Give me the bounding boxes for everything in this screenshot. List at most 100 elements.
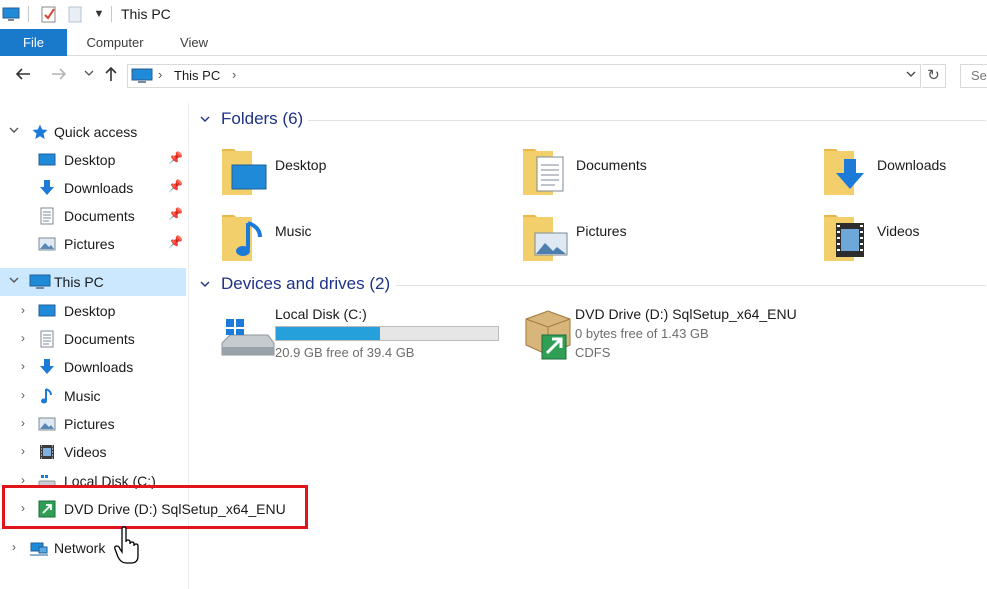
folder-label: Downloads <box>877 157 947 173</box>
tab-file[interactable]: File <box>0 29 67 56</box>
documents-folder-icon <box>523 149 564 195</box>
folder-documents[interactable]: Documents <box>521 143 811 203</box>
sidebar-item-label: Desktop <box>64 303 116 319</box>
folders-group-header[interactable]: Folders (6) <box>196 109 986 131</box>
sidebar-item-label: Downloads <box>64 180 134 196</box>
group-title: Folders (6) <box>221 109 304 128</box>
sidebar-item-quick-access[interactable]: Quick access <box>0 118 186 146</box>
sidebar-item-desktop[interactable]: › Desktop <box>0 297 186 325</box>
chevron-down-icon <box>84 70 94 76</box>
documents-icon <box>40 330 54 348</box>
sidebar-item-videos[interactable]: › Videos <box>0 438 186 466</box>
drive-free-space: 20.9 GB free of 39.4 GB <box>275 345 415 360</box>
folder-music[interactable]: Music <box>220 209 510 269</box>
chevron-right-icon: › <box>158 67 163 82</box>
forward-arrow-icon <box>52 68 67 80</box>
up-button[interactable] <box>100 65 122 87</box>
group-divider <box>396 285 986 286</box>
pictures-folder-icon <box>523 215 568 261</box>
sidebar-item-downloads[interactable]: › Downloads <box>0 353 186 381</box>
sidebar-item-label: Desktop <box>64 152 116 168</box>
navigation-bar: › This PC › ↻ Search This PC <box>0 57 987 95</box>
devices-group-header[interactable]: Devices and drives (2) <box>196 274 986 296</box>
sidebar-item-label: Pictures <box>64 236 115 252</box>
sidebar-item-pictures[interactable]: › Pictures <box>0 410 186 438</box>
address-bar[interactable]: › This PC › <box>127 64 921 88</box>
title-separator <box>111 6 112 22</box>
sidebar-item-qa-pictures[interactable]: Pictures 📌 <box>0 230 186 258</box>
desktop-icon <box>38 153 56 166</box>
folder-videos[interactable]: Videos <box>822 209 987 269</box>
downloads-folder-icon <box>824 149 864 195</box>
sidebar-item-this-pc[interactable]: This PC <box>0 268 186 296</box>
sidebar-item-network[interactable]: › Network <box>0 534 186 562</box>
pin-icon: 📌 <box>168 151 183 165</box>
sidebar-item-qa-desktop[interactable]: Desktop 📌 <box>0 146 186 174</box>
chevron-right-icon[interactable]: › <box>17 359 29 373</box>
folder-label: Videos <box>877 223 920 239</box>
breadcrumb-this-pc[interactable]: This PC <box>174 68 220 83</box>
window-title: This PC <box>121 6 171 22</box>
dvd-drive-icon <box>525 310 571 360</box>
drive-label: DVD Drive (D:) SqlSetup_x64_ENU <box>575 306 797 322</box>
chevron-right-icon[interactable]: › <box>232 67 236 82</box>
pictures-icon <box>38 237 56 251</box>
back-button[interactable] <box>12 65 34 87</box>
pin-icon: 📌 <box>168 179 183 193</box>
recent-locations-button[interactable] <box>78 65 100 87</box>
content-pane: Folders (6) Desktop Documents Downloads … <box>190 103 987 589</box>
sidebar-item-label: Quick access <box>54 124 138 140</box>
downloads-icon <box>40 180 54 195</box>
new-folder-icon[interactable] <box>66 5 84 23</box>
sidebar-item-label: Downloads <box>64 359 134 375</box>
videos-folder-icon <box>824 215 864 261</box>
qat-separator <box>28 6 29 22</box>
network-icon <box>30 542 48 556</box>
title-bar: ▼ This PC <box>0 0 987 29</box>
address-dropdown-icon[interactable] <box>906 68 916 82</box>
sidebar-item-label: Network <box>54 540 106 556</box>
chevron-right-icon[interactable]: › <box>17 416 29 430</box>
folder-label: Pictures <box>576 223 627 239</box>
chevron-right-icon[interactable]: › <box>17 303 29 317</box>
tab-view[interactable]: View <box>166 29 222 56</box>
tab-computer[interactable]: Computer <box>72 29 158 56</box>
folder-pictures[interactable]: Pictures <box>521 209 811 269</box>
sidebar-item-music[interactable]: › Music <box>0 382 186 410</box>
group-title: Devices and drives (2) <box>221 274 391 293</box>
desktop-folder-icon <box>222 149 267 195</box>
chevron-right-icon[interactable]: › <box>17 388 29 402</box>
chevron-down-icon[interactable] <box>8 124 20 139</box>
folder-label: Documents <box>576 157 647 173</box>
refresh-icon: ↻ <box>927 67 940 84</box>
drive-dvd-d[interactable]: DVD Drive (D:) SqlSetup_x64_ENU 0 bytes … <box>520 305 820 367</box>
sidebar-item-qa-downloads[interactable]: Downloads 📌 <box>0 174 186 202</box>
folder-downloads[interactable]: Downloads <box>822 143 987 203</box>
drive-local-disk-c[interactable]: Local Disk (C:) 20.9 GB free of 39.4 GB <box>220 305 520 367</box>
downloads-icon <box>40 359 54 374</box>
drive-label: Local Disk (C:) <box>275 306 367 322</box>
folder-desktop[interactable]: Desktop <box>220 143 510 203</box>
search-input[interactable]: Search This PC <box>960 64 987 88</box>
sidebar-item-label: Music <box>64 388 101 404</box>
sidebar-item-label: This PC <box>54 274 104 290</box>
disk-usage-bar <box>275 326 499 341</box>
refresh-button[interactable]: ↻ <box>922 64 946 88</box>
group-divider <box>308 120 986 121</box>
back-arrow-icon <box>15 68 30 80</box>
customize-qat-icon[interactable]: ▼ <box>90 5 108 23</box>
forward-button[interactable] <box>48 65 70 87</box>
chevron-down-icon[interactable] <box>199 278 211 293</box>
properties-icon[interactable] <box>40 5 58 23</box>
documents-icon <box>40 207 54 225</box>
chevron-right-icon[interactable]: › <box>17 444 29 458</box>
chevron-down-icon[interactable] <box>199 113 211 128</box>
sidebar-item-qa-documents[interactable]: Documents 📌 <box>0 202 186 230</box>
disk-usage-fill <box>276 327 381 340</box>
chevron-right-icon[interactable]: › <box>17 331 29 345</box>
music-icon <box>41 388 52 404</box>
music-folder-icon <box>222 215 262 261</box>
chevron-down-icon[interactable] <box>8 274 20 289</box>
sidebar-item-documents[interactable]: › Documents <box>0 325 186 353</box>
chevron-right-icon[interactable]: › <box>8 540 20 554</box>
